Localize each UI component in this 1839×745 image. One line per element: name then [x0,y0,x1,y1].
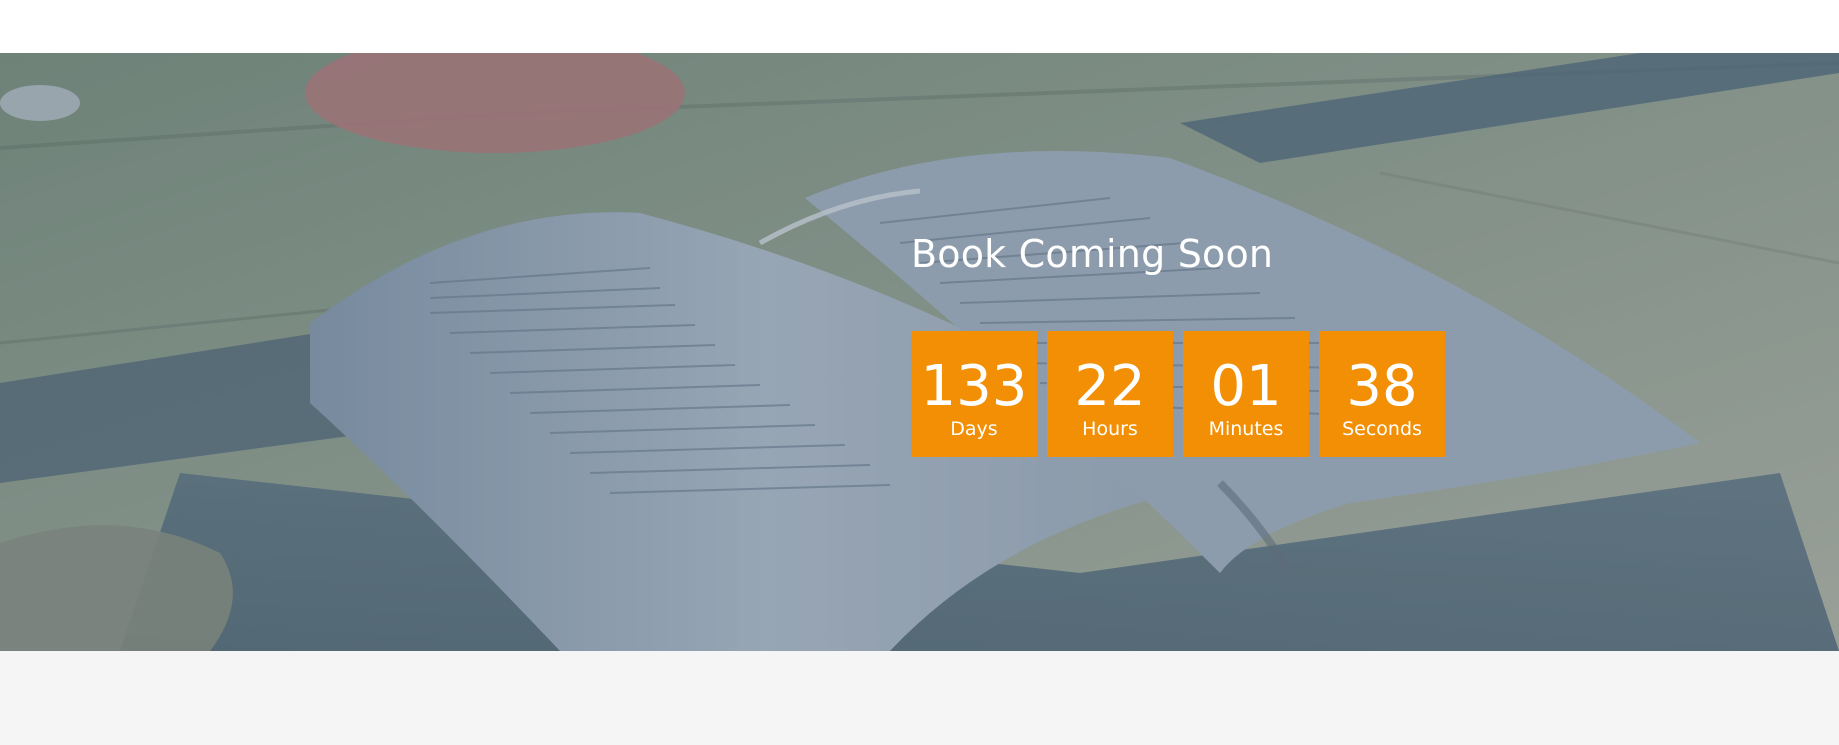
top-bar [0,0,1839,53]
countdown-hours-label: Hours [1082,418,1138,440]
countdown-seconds-value: 38 [1346,354,1418,419]
hero-title: Book Coming Soon [911,232,1274,276]
countdown-minutes-value: 01 [1210,354,1282,419]
hero-section: Book Coming Soon 133 Days 22 Hours 01 Mi… [0,53,1839,651]
countdown-minutes: 01 Minutes [1183,331,1309,457]
countdown-seconds-label: Seconds [1342,418,1422,440]
countdown-seconds: 38 Seconds [1319,331,1445,457]
countdown-days-value: 133 [920,354,1028,419]
countdown-hours: 22 Hours [1047,331,1173,457]
countdown-days: 133 Days [911,331,1037,457]
countdown-minutes-label: Minutes [1208,418,1284,440]
footer-band [0,651,1839,745]
countdown-days-label: Days [950,418,998,440]
hero-content: Book Coming Soon 133 Days 22 Hours 01 Mi… [911,231,1471,457]
countdown-hours-value: 22 [1074,354,1146,419]
countdown-timer: 133 Days 22 Hours 01 Minutes 38 Seconds [911,331,1445,457]
